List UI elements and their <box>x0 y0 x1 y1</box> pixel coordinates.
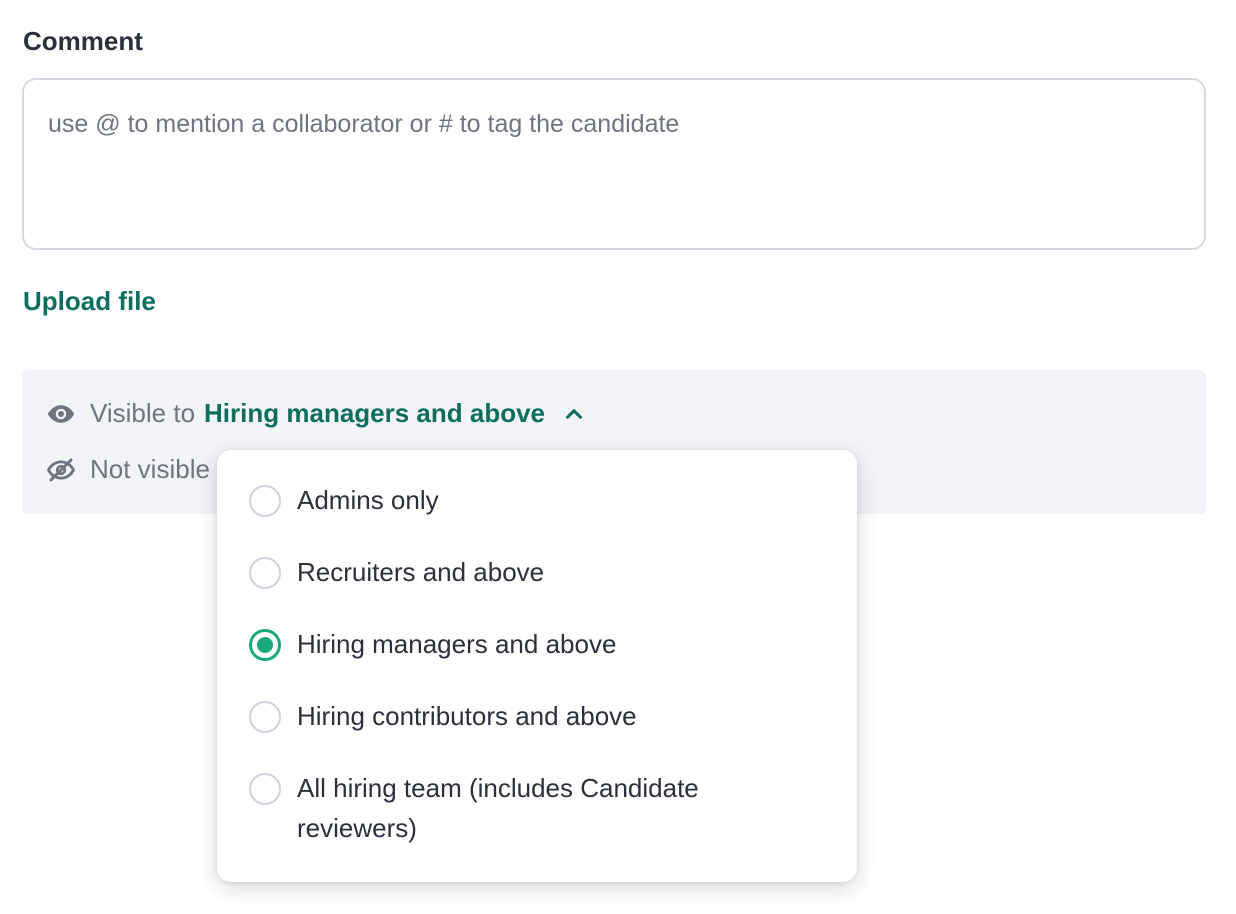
comment-label: Comment <box>23 26 143 56</box>
comment-form: Comment Upload file Visible to Hiring ma… <box>0 0 1236 914</box>
option-hiring-managers-and-above[interactable]: Hiring managers and above <box>249 628 767 664</box>
comment-input[interactable] <box>24 80 1204 248</box>
radio-hiring-contributors-and-above[interactable] <box>249 701 281 733</box>
radio-hiring-managers-and-above[interactable] <box>249 629 281 661</box>
radio-admins-only[interactable] <box>249 485 281 517</box>
not-visible-row: Not visible <box>46 454 210 485</box>
option-label: Hiring managers and above <box>297 629 617 659</box>
radio-recruiters-and-above[interactable] <box>249 557 281 589</box>
option-admins-only[interactable]: Admins only <box>249 484 767 520</box>
visible-to-prefix: Visible to <box>90 398 196 428</box>
option-hiring-contributors-and-above[interactable]: Hiring contributors and above <box>249 700 767 736</box>
option-label: All hiring team (includes Candidate revi… <box>297 773 699 843</box>
comment-input-container[interactable] <box>22 78 1206 250</box>
radio-all-hiring-team[interactable] <box>249 773 281 805</box>
upload-file-link[interactable]: Upload file <box>23 286 156 317</box>
option-all-hiring-team[interactable]: All hiring team (includes Candidate revi… <box>249 772 767 848</box>
visible-to-row: Visible to Hiring managers and above <box>46 398 585 429</box>
option-label: Hiring contributors and above <box>297 701 637 731</box>
option-recruiters-and-above[interactable]: Recruiters and above <box>249 556 767 592</box>
option-label: Recruiters and above <box>297 557 545 587</box>
not-visible-prefix: Not visible <box>90 454 210 484</box>
chevron-up-icon[interactable] <box>563 403 585 425</box>
eye-icon <box>46 399 76 429</box>
visibility-selected-value[interactable]: Hiring managers and above <box>204 398 545 429</box>
option-label: Admins only <box>297 485 439 515</box>
visibility-dropdown: Admins only Recruiters and above Hiring … <box>217 450 857 882</box>
eye-off-icon <box>46 455 76 485</box>
